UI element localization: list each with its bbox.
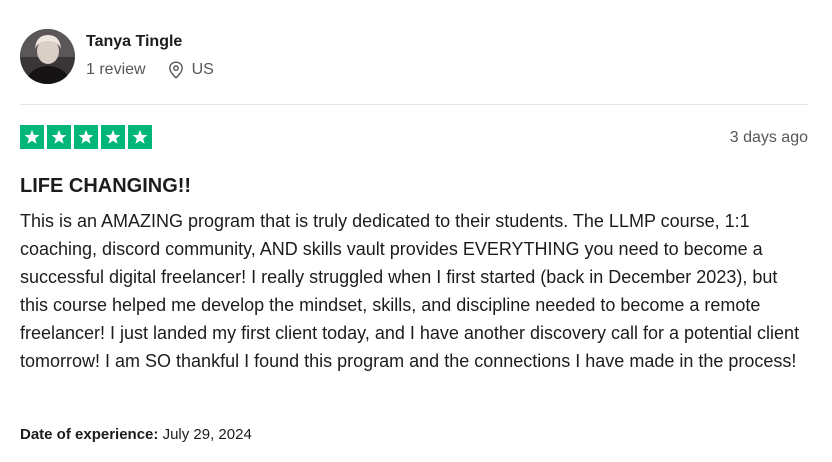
star-box (101, 125, 125, 149)
review-card: Tanya Tingle 1 review US 3 days ago LIFE… (20, 0, 808, 462)
date-of-experience: Date of experience: July 29, 2024 (20, 425, 252, 445)
star-rating (20, 125, 152, 149)
review-header: Tanya Tingle 1 review US (20, 28, 214, 84)
header-divider (20, 104, 808, 105)
star-box (20, 125, 44, 149)
star-icon (105, 129, 121, 144)
review-count: 1 review (86, 60, 146, 78)
review-body: This is an AMAZING program that is truly… (20, 211, 800, 371)
star-box (128, 125, 152, 149)
reviewer-name[interactable]: Tanya Tingle (86, 32, 214, 52)
avatar-image (20, 28, 75, 84)
reviewer-location: US (168, 60, 214, 80)
star-icon (132, 129, 148, 144)
reviewer-country: US (191, 60, 214, 78)
star-icon (24, 129, 40, 144)
review-title[interactable]: LIFE CHANGING!! (20, 174, 191, 198)
star-box (47, 125, 71, 149)
experience-date: July 29, 2024 (162, 426, 252, 443)
rating-row: 3 days ago (20, 125, 808, 151)
reviewer-meta: 1 review US (86, 60, 214, 80)
map-pin-icon (168, 60, 183, 79)
star-icon (78, 129, 94, 144)
avatar[interactable] (20, 28, 75, 84)
reviewer-info: Tanya Tingle 1 review US (86, 33, 214, 80)
star-box (74, 125, 98, 149)
review-date: 3 days ago (729, 129, 808, 146)
experience-label: Date of experience: (20, 426, 159, 443)
star-icon (51, 129, 67, 144)
